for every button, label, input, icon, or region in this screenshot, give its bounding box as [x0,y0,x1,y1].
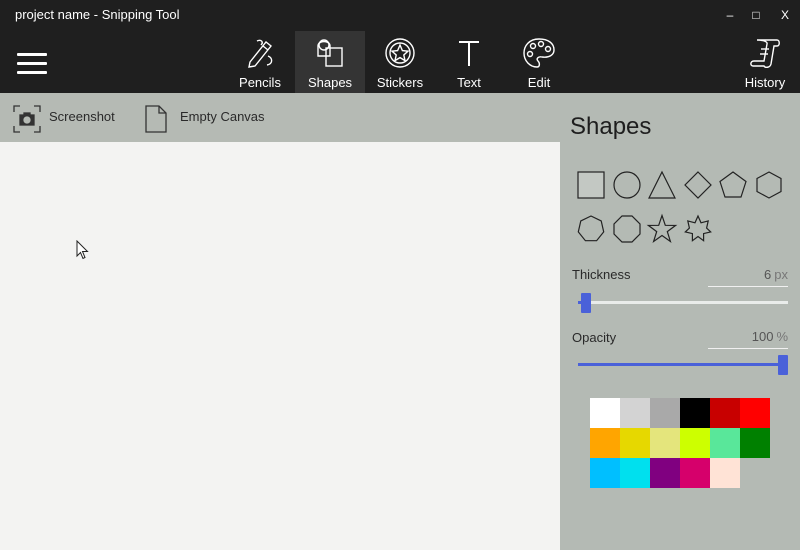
thickness-underline [708,286,788,287]
shape-star7-button[interactable] [682,213,714,245]
shape-octagon-button[interactable] [611,213,643,245]
pencil-brush-icon [248,39,273,68]
shapes-icon [317,39,343,67]
color-swatch[interactable] [590,458,620,488]
sticker-star-icon [385,38,415,68]
tool-label: Shapes [307,75,353,90]
drawing-canvas[interactable] [0,142,560,550]
empty-canvas-button[interactable]: Empty Canvas [144,93,268,142]
tool-label: Edit [527,75,551,90]
thickness-value: 6 [764,267,772,282]
slider-track [578,301,788,304]
slider-fill [578,363,783,366]
thickness-input[interactable]: 6 px [708,267,788,282]
hexagon-icon [756,171,782,199]
color-swatch[interactable] [680,428,710,458]
pentagon-icon [719,171,747,198]
hamburger-icon [17,53,47,56]
shape-pentagon-button[interactable] [717,169,749,201]
history-button[interactable]: History [734,31,796,93]
hamburger-icon-bar [17,62,47,65]
thickness-unit: px [774,267,788,282]
shape-star5-button[interactable] [646,213,678,245]
slider-thumb[interactable] [581,293,592,313]
opacity-value: 100 [751,329,774,344]
triangle-icon [648,170,676,199]
title-bar: project name - Snipping Tool – □ X [0,0,800,31]
color-swatch[interactable] [650,398,680,428]
hamburger-icon-bar [17,71,47,74]
color-swatch[interactable] [710,458,740,488]
color-swatch[interactable] [680,398,710,428]
shape-heptagon-button[interactable] [575,213,607,245]
canvas-source-bar: Screenshot Empty Canvas [0,93,560,142]
color-swatch[interactable] [710,428,740,458]
main-toolbar: Pencils Shapes Stickers Text Edit Histor… [0,31,800,93]
color-swatch[interactable] [650,428,680,458]
circle-icon [613,171,641,199]
shape-triangle-button[interactable] [646,169,678,201]
menu-button[interactable] [17,53,47,75]
square-icon [577,171,605,199]
color-swatch[interactable] [710,398,740,428]
history-label: History [744,75,786,90]
thickness-label: Thickness [572,267,631,282]
tool-label: Text [457,75,481,90]
palette-icon [523,38,555,68]
thickness-slider[interactable] [578,293,788,313]
shape-square-button[interactable] [575,169,607,201]
tool-shapes[interactable]: Shapes [295,31,365,93]
mouse-cursor-icon [76,240,89,260]
color-swatch[interactable] [740,398,770,428]
history-scroll-icon [750,39,780,69]
octagon-icon [613,215,641,243]
close-icon: X [780,8,789,22]
shape-hexagon-button[interactable] [753,169,785,201]
blank-page-icon [145,105,167,133]
color-swatch[interactable] [590,398,620,428]
color-swatch[interactable] [620,398,650,428]
text-t-icon [459,41,479,66]
color-swatch[interactable] [590,428,620,458]
camera-icon [13,105,41,133]
opacity-input[interactable]: 100% [708,329,788,344]
panel-title: Shapes [570,113,652,140]
heptagon-icon [577,215,605,242]
tool-edit[interactable]: Edit [506,31,572,93]
minimize-button[interactable]: – [716,4,744,26]
shapes-panel: Shapes Thickness 6 px Opacity 100 % [560,93,800,550]
window-title: project name - Snipping Tool [15,7,180,22]
maximize-button[interactable]: □ [742,4,770,26]
close-button[interactable]: X [771,4,799,26]
tool-label: Stickers [376,75,424,90]
color-swatch[interactable] [740,428,770,458]
opacity-underline [708,348,788,349]
color-swatch[interactable] [680,458,710,488]
shape-circle-button[interactable] [611,169,643,201]
color-swatch[interactable] [650,458,680,488]
color-swatch[interactable] [620,458,650,488]
star-five-icon [646,213,678,244]
star-seven-icon [684,214,712,242]
opacity-label: Opacity [572,330,617,345]
tool-text[interactable]: Text [436,31,502,93]
tool-stickers[interactable]: Stickers [365,31,435,93]
screenshot-label: Screenshot [49,109,115,124]
minimize-icon: – [726,8,734,22]
empty-canvas-label: Empty Canvas [180,109,265,124]
tool-label: Pencils [239,75,281,90]
color-palette [590,398,770,490]
diamond-icon [684,171,712,199]
opacity-slider[interactable] [578,355,788,375]
tool-pencils[interactable]: Pencils [226,31,294,93]
slider-thumb[interactable] [778,355,788,375]
screenshot-button[interactable]: Screenshot [12,93,120,142]
color-swatch[interactable] [620,428,650,458]
shape-diamond-button[interactable] [682,169,714,201]
maximize-icon: □ [752,8,760,22]
opacity-unit: % [776,329,788,344]
